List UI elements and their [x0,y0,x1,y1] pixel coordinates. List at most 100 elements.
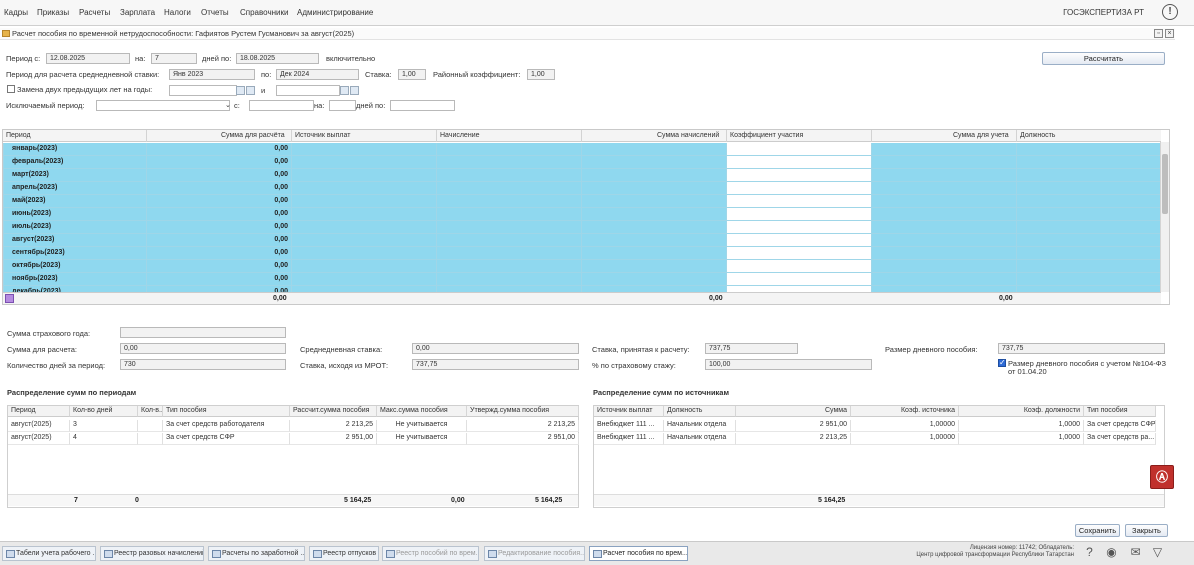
dp-cell[interactable]: август(2025) [8,433,70,445]
ds-cell[interactable]: 2 213,25 [736,433,851,445]
replace-year2-input[interactable] [276,85,340,96]
menu-administrirovanie[interactable]: Администрирование [297,8,373,17]
task-vacations[interactable]: Реестр отпусков [309,546,379,561]
dp-cell[interactable]: 3 [70,420,138,432]
row-sum[interactable]: 0,00 [146,195,291,208]
grid-cell[interactable] [871,195,1016,208]
dp-col-period[interactable]: Период [8,406,70,417]
ds-cell[interactable]: 1,0000 [959,420,1084,432]
grid-cell[interactable] [1016,234,1161,247]
task-salary-calcs[interactable]: Расчеты по заработной ... [208,546,305,561]
grid-cell[interactable] [291,234,436,247]
col-source[interactable]: Источник выплат [295,132,350,139]
col-accrual-sum[interactable]: Сумма начислений [657,132,719,139]
accepted-rate-input[interactable]: 737,75 [705,343,798,354]
pick-year1-icon[interactable] [246,86,255,95]
ds-cell[interactable]: За счет средств СФР [1084,420,1156,432]
grid-cell[interactable] [436,169,581,182]
ds-col-pos-coef[interactable]: Коэф. должности [959,406,1084,417]
grid-cell[interactable] [581,143,726,156]
grid-row[interactable]: октябрь(2023) 0,00 [3,260,1161,273]
help-icon[interactable]: ? [1082,545,1097,560]
grid-cell[interactable] [1016,182,1161,195]
grid-cell[interactable] [1016,208,1161,221]
close-button[interactable]: Закрыть [1125,524,1168,537]
grid-cell[interactable] [291,221,436,234]
grid-row[interactable]: июль(2023) 0,00 [3,221,1161,234]
grid-row[interactable]: январь(2023) 0,00 [3,143,1161,156]
grid-cell[interactable] [436,182,581,195]
row-period[interactable]: июль(2023) [3,221,146,234]
ds-cell[interactable]: 1,00000 [851,433,959,445]
dp-cell[interactable]: За счет средств работодателя [163,420,290,432]
row-sum[interactable]: 0,00 [146,260,291,273]
grid-cell[interactable] [291,247,436,260]
row-period[interactable]: июнь(2023) [3,208,146,221]
row-sum[interactable]: 0,00 [146,247,291,260]
days-input[interactable]: 7 [151,53,197,64]
grid-row[interactable]: февраль(2023) 0,00 [3,156,1161,169]
col-period[interactable]: Период [6,132,31,139]
grid-row[interactable]: апрель(2023) 0,00 [3,182,1161,195]
grid-cell[interactable] [726,143,871,156]
grid-cell[interactable] [436,195,581,208]
grid-cell[interactable] [726,169,871,182]
period-to-input[interactable]: 18.08.2025 [236,53,319,64]
col-participation[interactable]: Коэффициент участия [730,132,803,139]
calculate-button[interactable]: Рассчитать [1042,52,1165,65]
grid-cell[interactable] [871,221,1016,234]
task-benefits-registry[interactable]: Реестр пособий по врем... [382,546,479,561]
save-button[interactable]: Сохранить [1075,524,1120,537]
replace-years-checkbox[interactable] [7,85,15,93]
replace-year1-input[interactable] [169,85,237,96]
grid-cell[interactable] [291,143,436,156]
dp-col-type[interactable]: Тип пособия [163,406,290,417]
grid-cell[interactable] [436,260,581,273]
row-period[interactable]: февраль(2023) [3,156,146,169]
grid-cell[interactable] [726,182,871,195]
dp-cell[interactable]: За счет средств СФР [163,433,290,445]
menu-otchety[interactable]: Отчеты [201,8,229,17]
dp-col-days[interactable]: Кол-во дней [70,406,138,417]
grid-cell[interactable] [581,221,726,234]
grid-cell[interactable] [726,260,871,273]
close-window-icon[interactable]: × [1165,29,1174,38]
ds-col-position[interactable]: Должность [664,406,736,417]
menu-raschety[interactable]: Расчеты [79,8,110,17]
calc-sum-input[interactable]: 0,00 [120,343,286,354]
grid-cell[interactable] [726,234,871,247]
task-one-time-accruals[interactable]: Реестр разовых начислений [100,546,204,561]
ds-col-sum[interactable]: Сумма [736,406,851,417]
insurance-year-input[interactable] [120,327,286,338]
grid-cell[interactable] [291,195,436,208]
grid-cell[interactable] [436,208,581,221]
expand-icon[interactable] [5,294,14,303]
col-position[interactable]: Должность [1020,132,1055,139]
dp-col-kol[interactable]: Кол-в... [138,406,163,417]
grid-cell[interactable] [1016,195,1161,208]
grid-cell[interactable] [581,273,726,286]
dp-cell[interactable] [138,433,163,445]
grid-cell[interactable] [291,156,436,169]
col-accrual[interactable]: Начисление [440,132,480,139]
col-sum-calc[interactable]: Сумма для расчёта [221,132,285,139]
grid-row[interactable]: май(2023) 0,00 [3,195,1161,208]
grid-cell[interactable] [871,169,1016,182]
ds-cell[interactable]: Внебюджет 111 ... [594,420,664,432]
grid-cell[interactable] [726,247,871,260]
period-from-input[interactable]: 12.08.2025 [46,53,130,64]
grid-cell[interactable] [581,156,726,169]
dp-cell[interactable]: 2 951,00 [290,433,377,445]
info-icon[interactable]: ! [1162,4,1178,20]
rate-input[interactable]: 1,00 [398,69,426,80]
row-period[interactable]: сентябрь(2023) [3,247,146,260]
days-count-input[interactable]: 730 [120,359,286,370]
dp-cell[interactable]: август(2025) [8,420,70,432]
row-period[interactable]: август(2023) [3,234,146,247]
grid-cell[interactable] [871,143,1016,156]
grid-cell[interactable] [291,182,436,195]
ds-cell[interactable]: За счет средств ра... [1084,433,1156,445]
row-sum[interactable]: 0,00 [146,143,291,156]
pick-year2-icon[interactable] [350,86,359,95]
grid-scrollbar[interactable] [1160,142,1169,292]
